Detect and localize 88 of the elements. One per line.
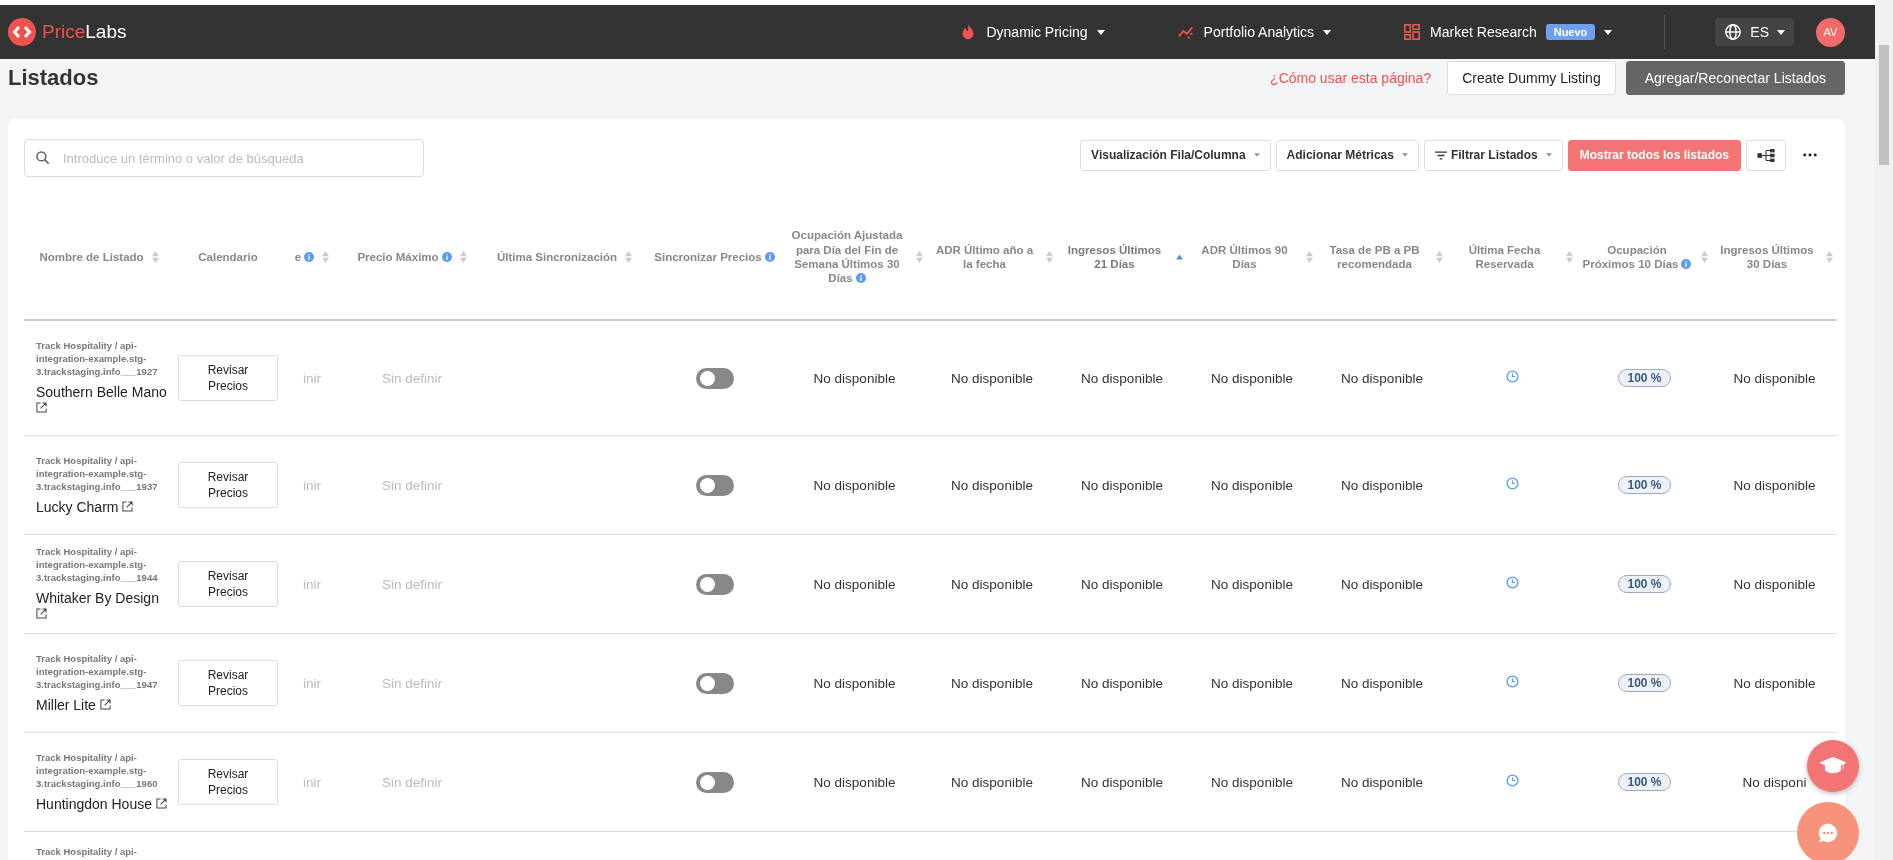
table-cell: No disponible [1211, 477, 1293, 493]
table-cell: No disponible [1081, 370, 1163, 386]
review-prices-button[interactable]: Revisar Precios [178, 759, 278, 805]
table-cell: No disponible [1081, 774, 1163, 790]
percentage-badge: 100 % [1618, 773, 1671, 791]
table-cell: inir [303, 370, 321, 386]
table-cell: No disponible [951, 774, 1033, 790]
review-prices-button[interactable]: Revisar Precios [178, 462, 278, 508]
column-header[interactable]: Tasa de PB a PB recomendada [1321, 242, 1428, 272]
column-header[interactable]: Ocupación Próximos 10 Días [1581, 242, 1693, 272]
table-cell: No disponible [951, 370, 1033, 386]
table-cell: No disponible [813, 370, 896, 386]
percentage-badge: 100 % [1618, 476, 1671, 494]
table-cell: No disponible [1211, 774, 1293, 790]
listing-source: Track Hospitality / api-integration-example.stg-3.trackstaging.info___1944 [36, 546, 159, 585]
table-cell: No disponible [813, 477, 896, 493]
page-title: Listados [8, 65, 99, 91]
create-listing-button[interactable]: Create Dummy Listing [1447, 61, 1616, 95]
table-cell: No disponible [951, 675, 1033, 691]
listing-name[interactable]: Southern Belle Mano [36, 383, 167, 400]
table-cell: inir [303, 675, 321, 691]
listing-source: Track Hospitality / api-integration-example.stg-3.trackstaging.info___1937 [36, 455, 159, 494]
nav-menu-item[interactable]: Market Research [1430, 24, 1537, 40]
table-cell: No disponible [1211, 675, 1293, 691]
listing-source: Track Hospitality / api-integration-example.stg-3.trackstaging.info___1960 [36, 752, 159, 791]
listing-source: Track Hospitality / api- [36, 846, 138, 859]
column-header[interactable]: Ingresos Últimos 30 Días [1716, 242, 1818, 272]
table-cell: No disponi [1742, 774, 1807, 790]
column-header[interactable]: Nombre de Listado [39, 249, 144, 265]
column-header[interactable]: Última Fecha Reservada [1451, 242, 1558, 272]
table-cell: No disponible [951, 576, 1033, 592]
table-cell: No disponible [1341, 477, 1423, 493]
table-cell: No disponible [1211, 576, 1293, 592]
table-cell: inir [303, 477, 321, 493]
dropdown-button[interactable]: Adicionar Métricas [1275, 139, 1419, 171]
table-cell: Sin definir [381, 477, 442, 493]
column-header[interactable]: Precio Máximo [357, 249, 452, 265]
table-cell: No disponible [1341, 576, 1423, 592]
nav-menu-item[interactable]: Portfolio Analytics [1203, 24, 1315, 40]
table-cell: No disponible [1081, 576, 1163, 592]
table-cell: No disponible [951, 477, 1033, 493]
percentage-badge: 100 % [1618, 369, 1671, 387]
percentage-badge: 100 % [1618, 575, 1671, 593]
table-cell: No disponible [1733, 477, 1816, 493]
table-cell: Sin definir [381, 675, 442, 691]
table-cell: No disponible [1341, 774, 1423, 790]
column-header[interactable]: Última Sincronización [496, 249, 618, 265]
brand-name[interactable]: PriceLabs [42, 21, 127, 43]
column-header[interactable]: e [294, 249, 315, 265]
table-cell: No disponible [1081, 675, 1163, 691]
column-header[interactable]: Ingresos Últimos 21 Días [1061, 242, 1168, 272]
listing-source: Track Hospitality / api-integration-example.stg-3.trackstaging.info___1927 [36, 340, 159, 379]
column-header[interactable]: Calendario [198, 249, 258, 265]
column-header[interactable]: Ocupación Ajustada para Día del Fin de Semana Últimos 30 Días [786, 228, 908, 286]
table-cell: inir [303, 774, 321, 790]
table-cell: No disponible [1211, 370, 1293, 386]
review-prices-button[interactable]: Revisar Precios [178, 561, 278, 607]
listing-name[interactable]: Lucky Charm [36, 498, 119, 515]
table-cell: inir [303, 576, 321, 592]
nav-menu-item[interactable]: Dynamic Pricing [986, 24, 1088, 40]
table-cell: Sin definir [381, 370, 442, 386]
table-cell: No disponible [813, 576, 896, 592]
column-header[interactable]: ADR Último año a la fecha [931, 242, 1038, 272]
listing-source: Track Hospitality / api-integration-example.stg-3.trackstaging.info___1947 [36, 653, 159, 692]
column-header[interactable]: ADR Últimos 90 Días [1191, 242, 1298, 272]
listing-name[interactable]: Miller Lite [36, 696, 96, 713]
table-cell: Sin definir [381, 774, 442, 790]
review-prices-button[interactable]: Revisar Precios [178, 660, 278, 706]
add-listings-button[interactable]: Agregar/Reconectar Listados [1625, 61, 1845, 95]
table-cell: No disponible [1733, 370, 1816, 386]
percentage-badge: 100 % [1618, 674, 1671, 692]
dropdown-button[interactable]: Visualización Fila/Columna [1080, 139, 1271, 171]
review-prices-button[interactable]: Revisar Precios [178, 355, 278, 401]
table-cell: No disponible [1733, 675, 1816, 691]
search-field[interactable]: Introduce un término o valor de búsqueda [24, 139, 424, 177]
language-selector[interactable]: ES [1715, 18, 1794, 46]
table-cell: No disponible [1733, 576, 1816, 592]
table-cell: No disponible [813, 774, 896, 790]
new-badge: Nuevo [1545, 24, 1596, 40]
table-cell: No disponible [813, 675, 896, 691]
table-cell: Sin definir [381, 576, 442, 592]
table-cell: No disponible [1341, 370, 1423, 386]
table-cell: No disponible [1341, 675, 1423, 691]
listing-name[interactable]: Whitaker By Design [36, 589, 159, 606]
filter-button[interactable]: Filtrar Listados [1423, 139, 1563, 171]
table-cell: No disponible [1081, 477, 1163, 493]
column-header[interactable]: Sincronizar Precios [654, 249, 775, 265]
listing-name[interactable]: Huntingdon House [36, 795, 152, 812]
